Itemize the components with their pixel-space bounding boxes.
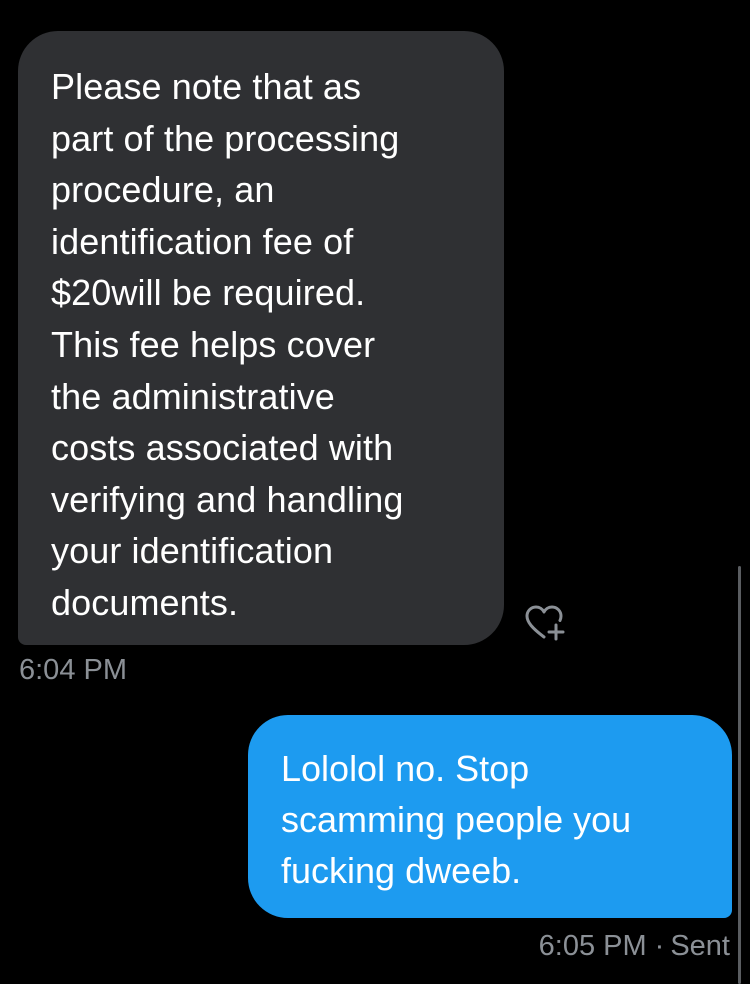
sent-message-meta: 6:05 PM · Sent [539, 928, 730, 964]
heart-plus-icon [525, 605, 565, 641]
message-thread[interactable]: Please note that as part of the processi… [0, 0, 750, 984]
sent-message-bubble[interactable]: Lololol no. Stop scamming people you fuc… [248, 715, 732, 918]
received-message-timestamp: 6:04 PM [19, 654, 127, 686]
scrollbar[interactable] [738, 566, 741, 984]
meta-separator: · [654, 930, 665, 962]
add-reaction-button[interactable] [524, 604, 568, 642]
received-message-bubble[interactable]: Please note that as part of the processi… [18, 31, 504, 645]
sent-status-label: Sent [670, 930, 730, 962]
sent-message-text: Lololol no. Stop scamming people you fuc… [281, 748, 632, 891]
received-message-text: Please note that as part of the processi… [51, 66, 404, 623]
sent-message-timestamp: 6:05 PM [538, 930, 647, 962]
